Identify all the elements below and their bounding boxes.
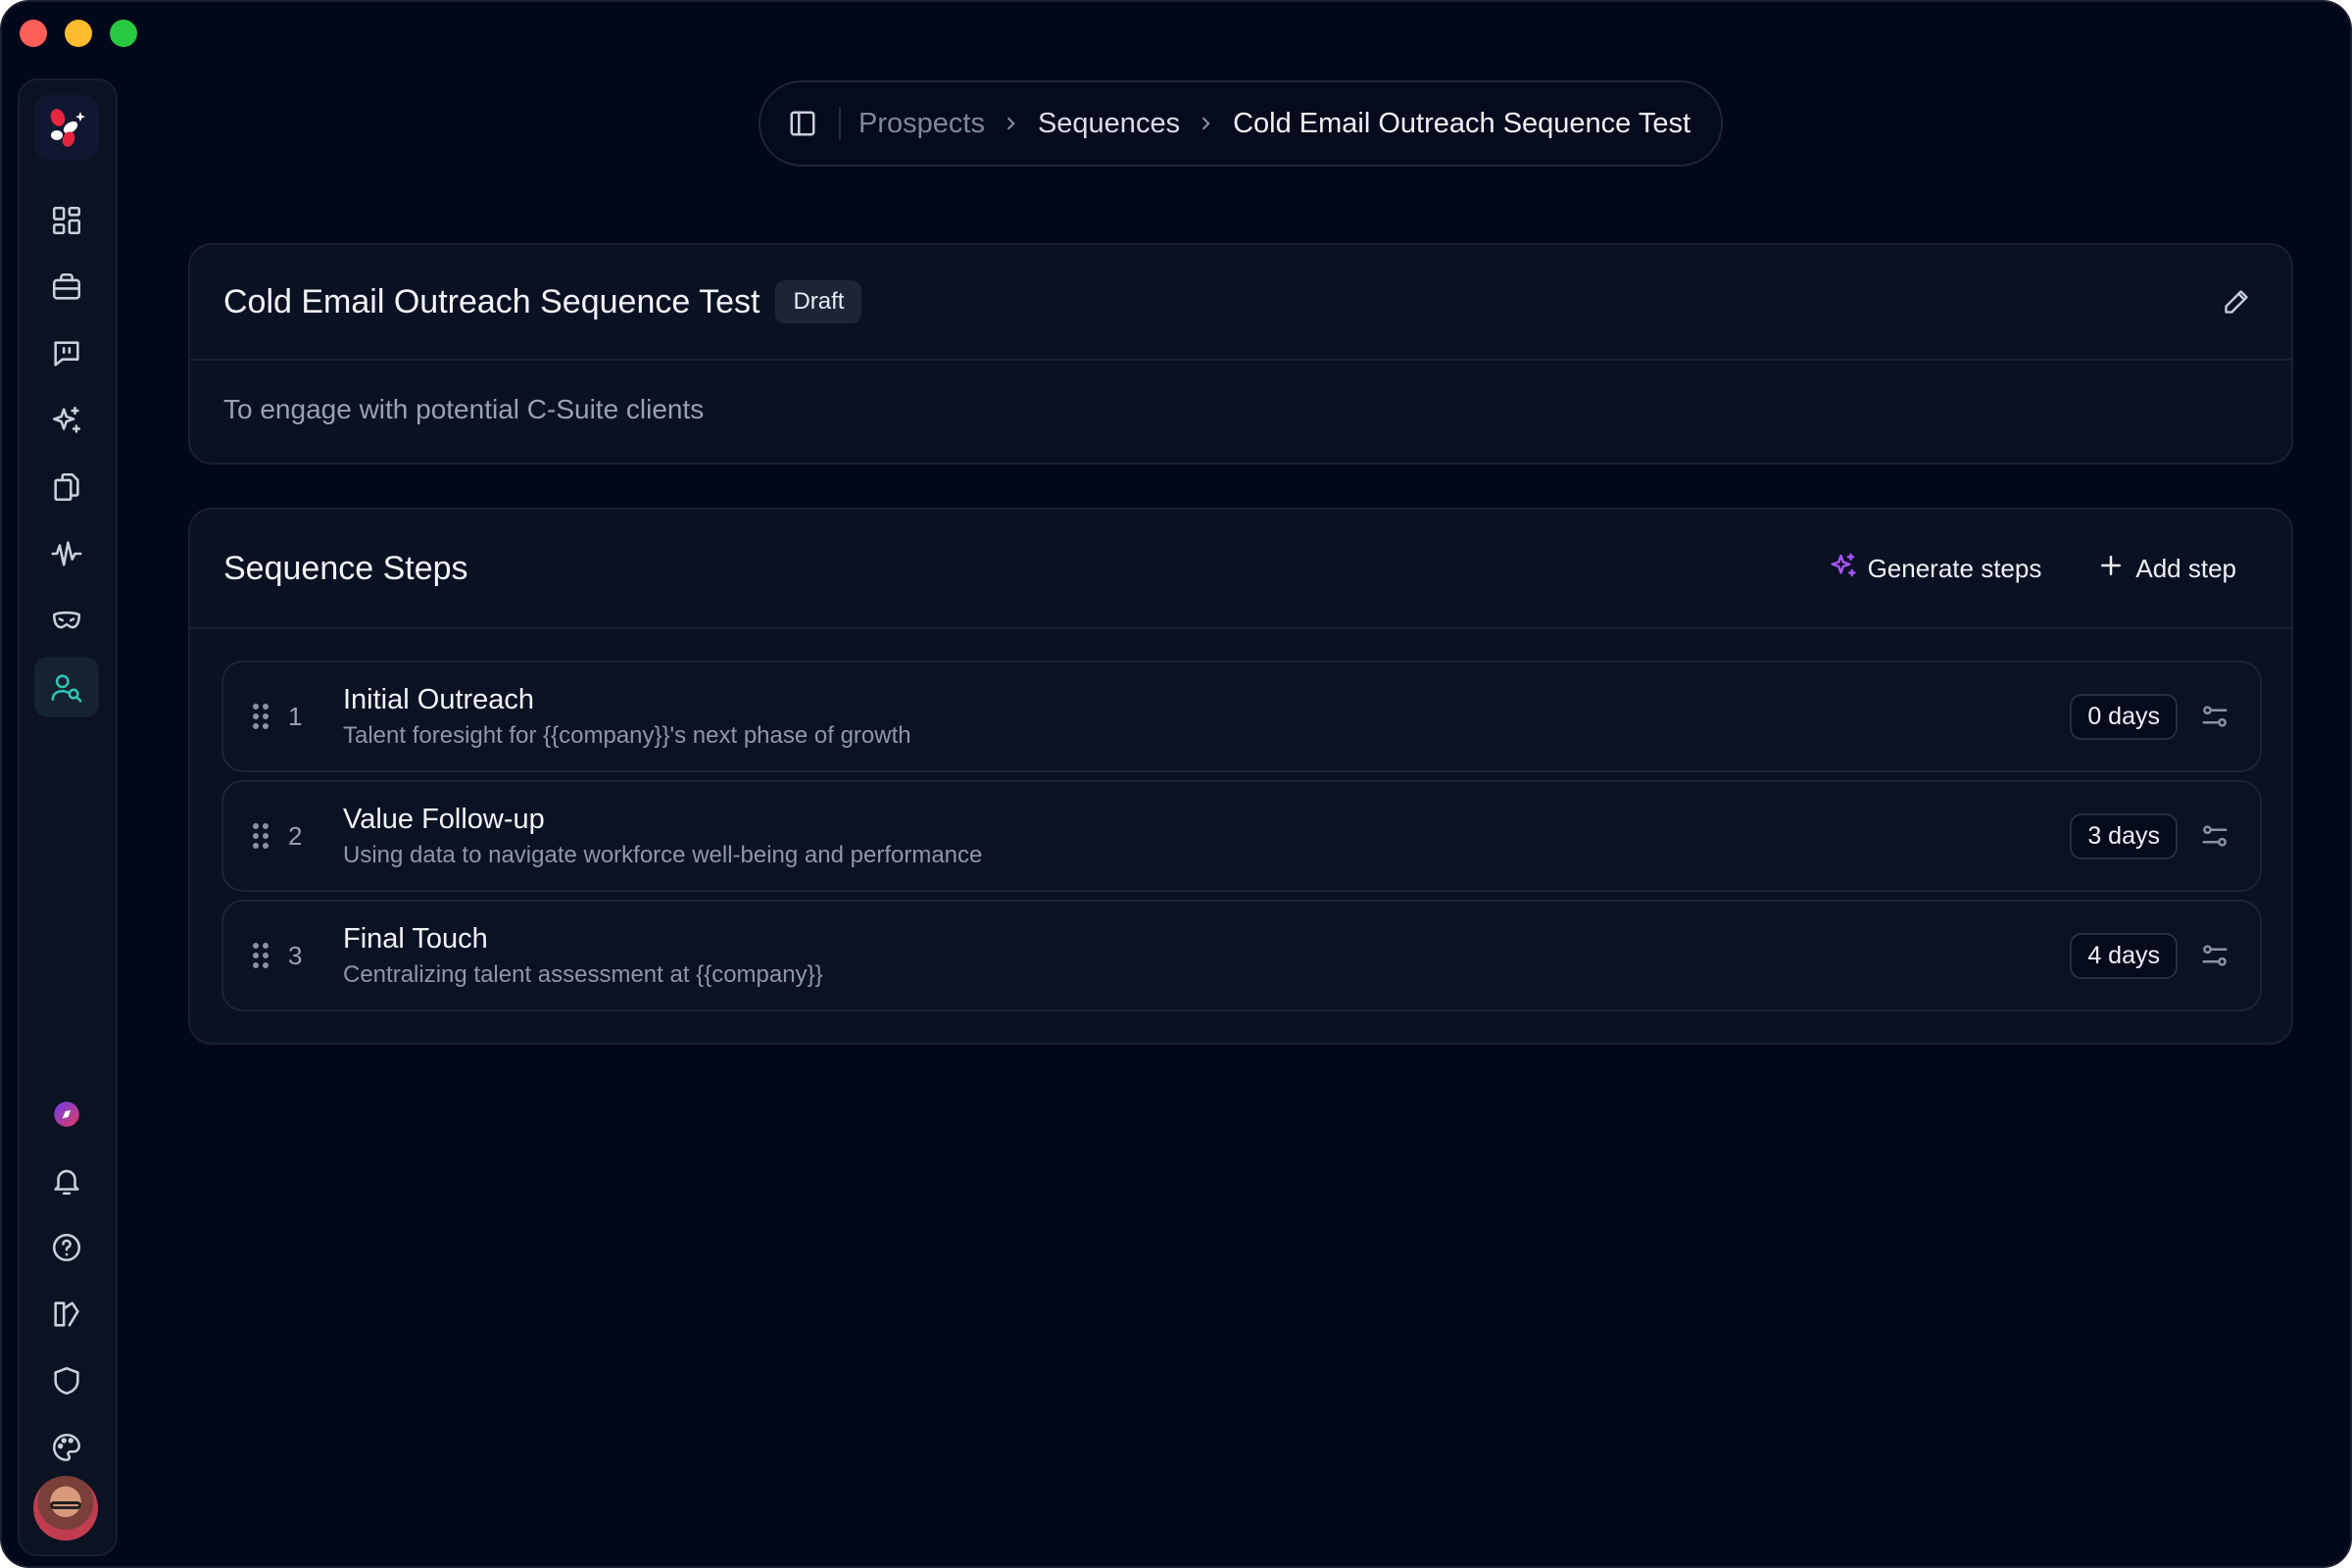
sidebar <box>18 78 118 1556</box>
nav-prospects[interactable] <box>34 657 99 717</box>
chat-quote-icon <box>54 341 79 367</box>
drag-handle-icon[interactable] <box>249 941 272 970</box>
book-icon <box>54 1301 79 1327</box>
step-text: Initial Outreach Talent foresight for {{… <box>343 684 911 750</box>
help-icon <box>52 1233 81 1262</box>
step-number: 3 <box>288 940 303 970</box>
step-subject: Using data to navigate workforce well-be… <box>343 841 983 868</box>
chevron-right-icon <box>1196 113 1217 134</box>
nav-appearance[interactable] <box>34 1417 99 1478</box>
nav-documents[interactable] <box>34 457 99 517</box>
drag-handle-icon[interactable] <box>249 702 272 731</box>
sliders-icon <box>2202 706 2228 727</box>
avatar-glasses <box>50 1501 81 1509</box>
user-avatar[interactable] <box>33 1476 98 1541</box>
drag-handle-icon[interactable] <box>249 821 272 851</box>
add-step-button[interactable]: Add step <box>2096 551 2236 587</box>
step-subject: Centralizing talent assessment at {{comp… <box>343 960 823 988</box>
maximize-window-button[interactable] <box>110 20 137 47</box>
panel-left-icon <box>790 111 815 136</box>
sequence-header: Cold Email Outreach Sequence Test Draft <box>190 245 2291 361</box>
steps-list: 1 Initial Outreach Talent foresight for … <box>221 661 2262 1019</box>
waveform-icon <box>51 541 82 566</box>
step-row[interactable]: 1 Initial Outreach Talent foresight for … <box>221 661 2262 772</box>
step-subject: Talent foresight for {{company}}'s next … <box>343 721 911 749</box>
step-settings-button[interactable] <box>2195 936 2234 975</box>
step-controls: 3 days <box>2070 812 2234 859</box>
app-window: Prospects Sequences Cold Email Outreach … <box>0 0 2352 1568</box>
status-badge: Draft <box>775 280 862 323</box>
pencil-icon <box>2225 290 2248 314</box>
nav-audio[interactable] <box>34 523 99 584</box>
sliders-icon <box>2202 825 2228 847</box>
nav-ai[interactable] <box>34 390 99 451</box>
window-controls <box>20 20 137 47</box>
bell-icon <box>54 1169 79 1196</box>
generate-steps-label: Generate steps <box>1867 553 2042 583</box>
step-row[interactable]: 3 Final Touch Centralizing talent assess… <box>221 900 2262 1011</box>
plus-icon <box>2096 551 2126 587</box>
step-delay[interactable]: 0 days <box>2070 693 2178 740</box>
minimize-window-button[interactable] <box>65 20 92 47</box>
step-name: Initial Outreach <box>343 683 535 715</box>
step-text: Final Touch Centralizing talent assessme… <box>343 923 823 989</box>
nav-security[interactable] <box>34 1350 99 1411</box>
steps-actions: Generate steps Add step <box>1829 551 2236 587</box>
step-number: 2 <box>288 820 303 851</box>
sequence-overview-card: Cold Email Outreach Sequence Test Draft … <box>188 243 2293 465</box>
breadcrumb-prospects[interactable]: Prospects <box>858 108 985 140</box>
step-settings-button[interactable] <box>2195 697 2234 736</box>
step-name: Final Touch <box>343 922 488 955</box>
close-window-button[interactable] <box>20 20 47 47</box>
nav-jobs[interactable] <box>34 257 99 318</box>
nav-notifications[interactable] <box>34 1151 99 1211</box>
add-step-label: Add step <box>2135 553 2236 583</box>
nav-interviews[interactable] <box>34 590 99 651</box>
chevron-right-icon <box>1001 113 1022 134</box>
sequence-description: To engage with potential C-Suite clients <box>223 394 705 424</box>
sequence-title: Cold Email Outreach Sequence Test <box>223 282 760 320</box>
nav-library[interactable] <box>34 1284 99 1345</box>
mask-icon <box>52 611 81 629</box>
nav-help[interactable] <box>34 1217 99 1278</box>
compass-icon <box>54 1102 79 1127</box>
dashboard-icon <box>52 206 81 235</box>
generate-steps-button[interactable]: Generate steps <box>1829 551 2042 587</box>
nav-explore[interactable] <box>34 1084 99 1145</box>
step-name: Value Follow-up <box>343 803 545 835</box>
briefcase-icon <box>52 272 81 300</box>
breadcrumb-sequences[interactable]: Sequences <box>1038 108 1180 140</box>
shield-icon <box>54 1366 79 1396</box>
step-controls: 0 days <box>2070 693 2234 740</box>
breadcrumb: Prospects Sequences Cold Email Outreach … <box>759 80 1723 167</box>
sidebar-toggle-button[interactable] <box>786 107 819 140</box>
steps-title: Sequence Steps <box>223 549 468 587</box>
step-row[interactable]: 2 Value Follow-up Using data to navigate… <box>221 780 2262 892</box>
edit-sequence-button[interactable] <box>2215 280 2258 323</box>
step-settings-button[interactable] <box>2195 816 2234 856</box>
sliders-icon <box>2202 945 2228 966</box>
breadcrumb-divider <box>839 107 841 140</box>
steps-header: Sequence Steps Generate steps Add step <box>190 510 2291 629</box>
step-delay[interactable]: 4 days <box>2070 932 2178 979</box>
prospects-icon <box>51 674 82 703</box>
step-controls: 4 days <box>2070 932 2234 979</box>
step-number: 1 <box>288 701 303 731</box>
sequence-steps-card: Sequence Steps Generate steps Add step 1… <box>188 508 2293 1045</box>
logo-icon <box>50 109 85 147</box>
app-logo[interactable] <box>34 95 99 160</box>
step-text: Value Follow-up Using data to navigate w… <box>343 804 982 869</box>
nav-messages[interactable] <box>34 323 99 384</box>
breadcrumb-current: Cold Email Outreach Sequence Test <box>1233 107 1691 139</box>
sparkles-icon <box>52 406 81 433</box>
palette-icon <box>52 1433 81 1462</box>
sparkles-icon <box>1829 551 1858 587</box>
nav-dashboard[interactable] <box>34 190 99 251</box>
step-delay[interactable]: 3 days <box>2070 812 2178 859</box>
documents-icon <box>54 472 79 502</box>
